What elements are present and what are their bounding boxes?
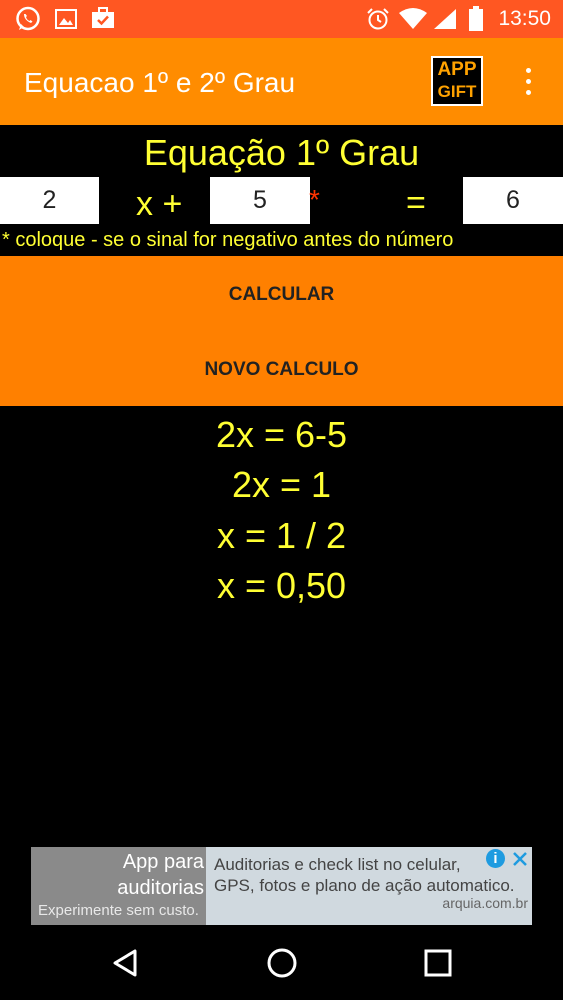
whatsapp-icon	[16, 6, 40, 31]
x-plus-label: x +	[136, 185, 183, 223]
new-calculation-button[interactable]: NOVO CALCULO	[0, 335, 563, 405]
gift-logo-line1: APP	[437, 59, 477, 80]
ad-domain: arquia.com.br	[442, 895, 528, 911]
gift-logo-line2: GIFT	[437, 82, 477, 101]
signal-icon	[434, 9, 456, 29]
ad-left-panel: App para auditorias Experimente sem cust…	[31, 847, 206, 925]
result-line: x = 0,50	[216, 565, 347, 606]
home-icon[interactable]	[262, 943, 302, 983]
image-icon	[55, 9, 77, 29]
app-gift-button[interactable]: APP GIFT	[431, 56, 483, 106]
ad-close-icon[interactable]	[511, 850, 529, 868]
ad-text: Auditorias e check list no celular, GPS,…	[214, 854, 515, 896]
battery-icon	[469, 6, 483, 31]
coefficient-a-input[interactable]	[0, 177, 99, 224]
action-panel: CALCULAR NOVO CALCULO	[0, 256, 563, 406]
app-bar: Equacao 1º e 2º Grau APP GIFT	[0, 38, 563, 125]
ad-info-icon[interactable]: i	[486, 849, 505, 868]
status-time: 13:50	[498, 7, 551, 30]
result-line: x = 1 / 2	[216, 515, 347, 556]
navigation-bar	[0, 925, 563, 1000]
wifi-icon	[399, 8, 427, 29]
calculate-button[interactable]: CALCULAR	[0, 260, 563, 330]
alarm-icon	[367, 8, 389, 30]
result-line: 2x = 6-5	[215, 414, 348, 455]
coefficient-b-input[interactable]	[210, 177, 310, 224]
ad-text-line2: GPS, fotos e plano de ação automatico.	[214, 876, 515, 895]
ad-title: App para auditorias	[117, 849, 204, 901]
ad-text-line1: Auditorias e check list no celular,	[214, 855, 461, 874]
ad-subtitle: Experimente sem custo.	[38, 902, 199, 919]
back-icon[interactable]	[106, 943, 146, 983]
equals-label: =	[406, 184, 426, 222]
status-bar: 13:50	[0, 0, 563, 38]
overflow-menu-icon[interactable]	[520, 66, 536, 98]
app-title: Equacao 1º e 2º Grau	[24, 67, 296, 98]
result-line: 2x = 1	[231, 464, 332, 505]
ad-title-line1: App para	[122, 851, 204, 873]
ad-title-line2: auditorias	[117, 877, 204, 899]
result-c-input[interactable]	[463, 177, 563, 224]
briefcase-check-icon	[92, 7, 114, 28]
section-title: Equação 1º Grau	[143, 132, 420, 173]
required-mark: *	[309, 184, 320, 215]
ad-banner[interactable]: App para auditorias Experimente sem cust…	[31, 847, 532, 925]
negative-sign-hint: * coloque - se o sinal for negativo ante…	[2, 229, 454, 251]
recent-apps-icon[interactable]	[418, 943, 458, 983]
